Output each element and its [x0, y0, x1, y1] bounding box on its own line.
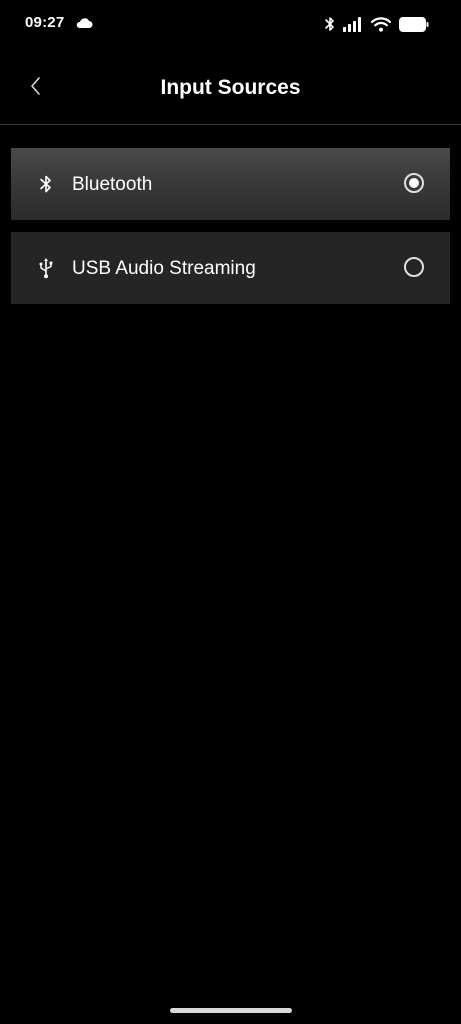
- source-item-bluetooth[interactable]: Bluetooth: [11, 148, 450, 220]
- source-item-usb-audio-streaming[interactable]: USB Audio Streaming: [11, 232, 450, 304]
- cloud-icon: [75, 16, 93, 28]
- header: Input Sources: [0, 52, 461, 125]
- radio-selected[interactable]: [404, 173, 424, 193]
- bluetooth-icon: [36, 174, 56, 194]
- status-icons: [325, 14, 429, 34]
- battery-icon: [399, 16, 429, 32]
- signal-icon: [343, 16, 363, 32]
- source-label: Bluetooth: [72, 174, 153, 195]
- source-label: USB Audio Streaming: [72, 258, 256, 279]
- wifi-icon: [371, 16, 391, 32]
- input-source-list: Bluetooth USB Audio Streaming: [11, 148, 450, 316]
- home-indicator[interactable]: [170, 1008, 292, 1013]
- usb-icon: [36, 258, 56, 279]
- page-title: Input Sources: [160, 76, 301, 99]
- status-bar: 09:27: [0, 0, 461, 48]
- bluetooth-icon: [325, 16, 335, 32]
- radio-unselected[interactable]: [404, 257, 424, 277]
- status-time: 09:27: [25, 14, 65, 31]
